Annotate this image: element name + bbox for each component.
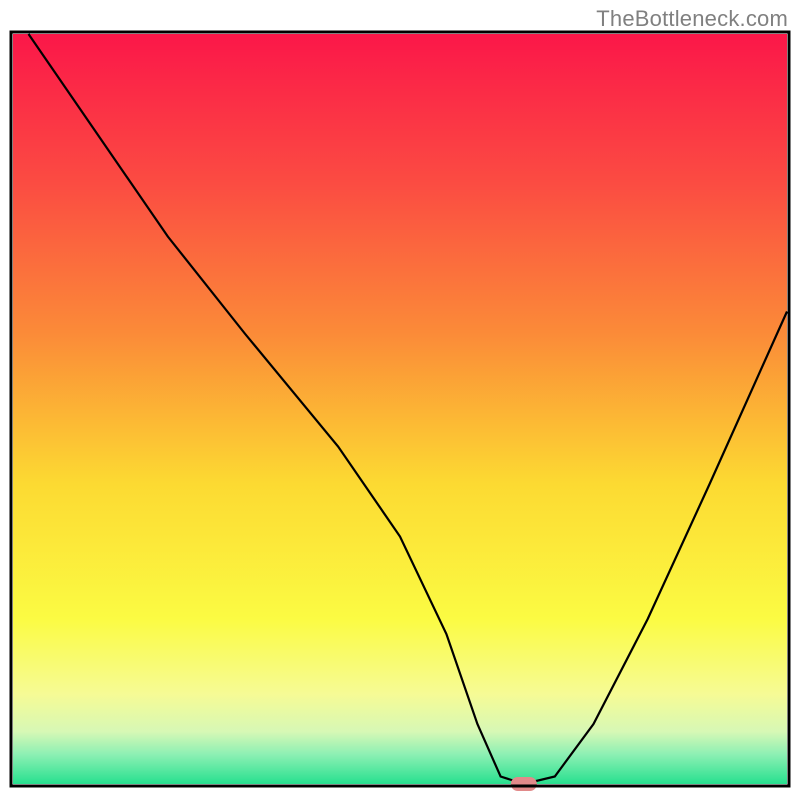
plot-background <box>13 34 787 784</box>
bottleneck-chart <box>0 0 800 800</box>
optimal-marker <box>511 777 537 791</box>
watermark-text: TheBottleneck.com <box>596 6 788 32</box>
chart-container: TheBottleneck.com <box>0 0 800 800</box>
